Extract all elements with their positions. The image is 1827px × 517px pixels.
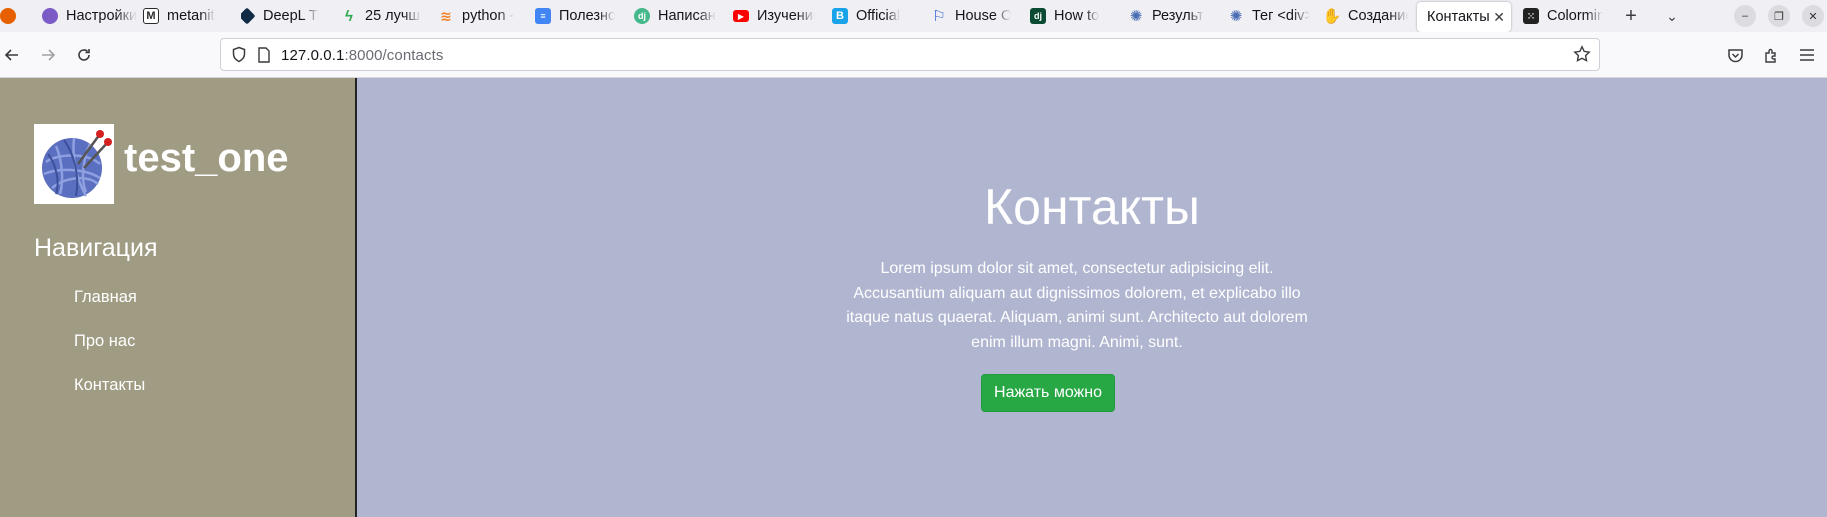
minimize-icon[interactable]: – <box>1734 5 1756 27</box>
tab-title: Official <box>856 8 901 24</box>
shield-icon[interactable] <box>231 46 247 68</box>
metanit-icon: M <box>143 8 159 24</box>
tab-django-writing[interactable]: dj Написание <box>634 1 716 31</box>
docs-icon: ≡ <box>535 8 551 24</box>
tab-results[interactable]: ✺ Результ <box>1128 1 1210 31</box>
tab-youtube[interactable]: ▶ Изучение <box>733 1 815 31</box>
gear-wheel-icon: ✺ <box>1129 8 1143 25</box>
firefox-icon[interactable] <box>0 1 30 31</box>
tab-title: Создание <box>1348 8 1408 24</box>
close-icon[interactable]: ✕ <box>1493 9 1505 26</box>
leaf-icon: ϟ <box>345 7 353 25</box>
tab-title: House Of <box>955 8 1011 24</box>
menu-icon[interactable] <box>1795 43 1819 67</box>
main-content: Контакты Lorem ipsum dolor sit amet, con… <box>357 78 1827 517</box>
tab-div[interactable]: ✺ Тег <div> <box>1228 1 1310 31</box>
chevron-down-icon[interactable]: ⌄ <box>1660 4 1684 28</box>
window-close-icon[interactable]: ✕ <box>1802 5 1824 27</box>
youtube-icon: ▶ <box>733 10 749 22</box>
back-icon[interactable] <box>0 43 24 67</box>
nav-link-home[interactable]: Главная <box>74 288 137 307</box>
tab-metanit[interactable]: M metanit <box>143 1 223 31</box>
tab-title: DeepL Translate <box>263 8 319 24</box>
new-tab-icon[interactable]: + <box>1619 4 1643 28</box>
firefox-settings-icon <box>42 8 58 24</box>
deepl-icon <box>241 7 256 25</box>
tab-create[interactable]: ✋ Создание <box>1324 1 1408 31</box>
pocket-icon[interactable] <box>1723 43 1747 67</box>
tab-title: How to <box>1054 8 1100 24</box>
tab-docs[interactable]: ≡ Полезное <box>535 1 615 31</box>
url-bar[interactable]: 127.0.0.1:8000/contacts <box>220 38 1600 71</box>
cta-button[interactable]: Нажать можно <box>981 374 1115 412</box>
firefox-logo-icon <box>0 8 16 24</box>
url-host: 127.0.0.1 <box>281 47 345 64</box>
lead-paragraph: Lorem ipsum dolor sit amet, consectetur … <box>846 260 1308 351</box>
tab-deepl[interactable]: DeepL Translate <box>241 1 319 31</box>
reload-icon[interactable] <box>72 43 96 67</box>
tab-house[interactable]: ⚐ House Of <box>931 1 1011 31</box>
page-info-icon[interactable] <box>257 47 271 68</box>
tab-settings[interactable]: Настройки <box>42 1 142 31</box>
browser-tab-strip: Настройки M metanit DeepL Translate ϟ 25… <box>0 0 1827 32</box>
tab-title: Результ <box>1152 8 1204 24</box>
tab-title: Тег <div> <box>1252 8 1310 24</box>
django-icon: dj <box>634 8 650 24</box>
tab-how-to[interactable]: dj How to <box>1030 1 1106 31</box>
colormind-icon: ⁙ <box>1523 8 1539 24</box>
browser-toolbar: 127.0.0.1:8000/contacts <box>0 32 1827 78</box>
page-title: Контакты <box>984 179 1200 235</box>
bookmark-star-icon[interactable] <box>1573 45 1591 68</box>
page-viewport: test_one Навигация Главная Про нас Конта… <box>0 78 1827 517</box>
tab-stackoverflow[interactable]: ≋ python - <box>438 1 516 31</box>
tab-title: Полезное <box>559 8 615 24</box>
gear-wheel-icon: ✺ <box>1229 8 1243 25</box>
forward-icon[interactable] <box>36 43 60 67</box>
url-path: :8000/contacts <box>344 47 444 64</box>
tab-title: Colormind <box>1547 8 1603 24</box>
bootstrap-icon: B <box>832 8 848 24</box>
tab-list: Настройки M metanit DeepL Translate ϟ 25… <box>0 0 1620 32</box>
django-dj-icon: dj <box>1030 8 1046 24</box>
tab-title: python - <box>462 8 515 24</box>
tab-contacts-active[interactable]: Контакты ✕ <box>1417 2 1511 32</box>
stackoverflow-icon: ≋ <box>440 7 452 24</box>
hand-icon: ✋ <box>1324 8 1342 25</box>
nav-heading: Навигация <box>34 234 158 262</box>
tab-title: Написание <box>658 8 716 24</box>
tab-title: Настройки <box>66 8 138 24</box>
tab-title: 25 лучших <box>365 8 421 24</box>
tab-25[interactable]: ϟ 25 лучших <box>341 1 421 31</box>
tab-title: Изучение <box>757 8 815 24</box>
url-text[interactable]: 127.0.0.1:8000/contacts <box>281 47 443 64</box>
tab-title: Контакты <box>1427 9 1489 25</box>
yarn-ball-logo-icon <box>34 124 114 204</box>
extensions-icon[interactable] <box>1759 43 1783 67</box>
flag-icon: ⚐ <box>932 8 946 25</box>
tab-title: metanit <box>167 8 215 24</box>
nav-link-contacts[interactable]: Контакты <box>74 376 145 395</box>
site-brand[interactable]: test_one <box>124 136 289 181</box>
nav-link-about[interactable]: Про нас <box>74 332 135 351</box>
tab-bootstrap[interactable]: B Official <box>832 1 912 31</box>
sidebar: test_one Навигация Главная Про нас Конта… <box>0 78 355 517</box>
restore-icon[interactable]: ❐ <box>1768 5 1790 27</box>
tab-colormind[interactable]: ⁙ Colormind <box>1523 1 1603 31</box>
